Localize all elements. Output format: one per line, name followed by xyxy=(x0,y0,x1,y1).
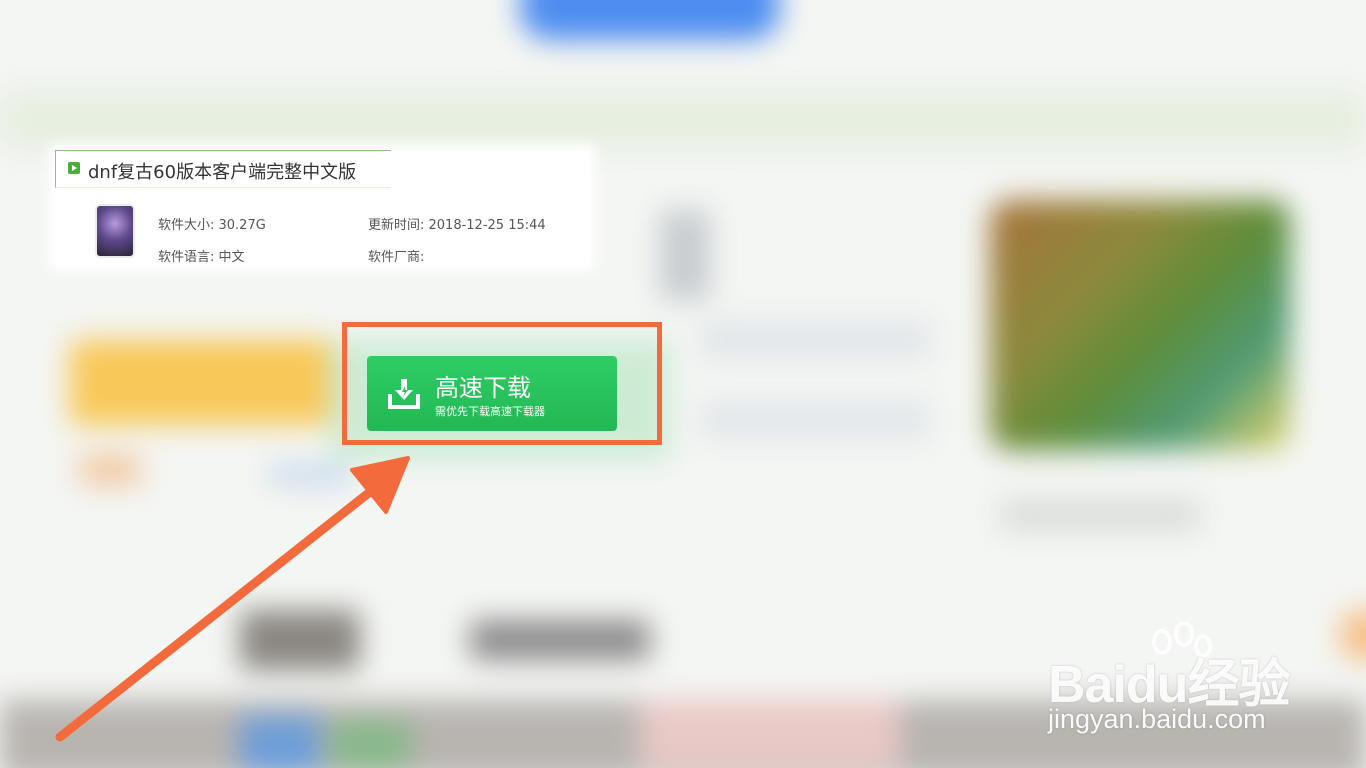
background-top-banner xyxy=(520,0,780,40)
background-blue-block xyxy=(270,465,350,485)
baidu-jingyan-watermark: Baidu经验 jingyan.baidu.com xyxy=(1040,620,1300,750)
background-orange-block xyxy=(80,455,140,485)
software-size: 软件大小: 30.27G xyxy=(158,218,266,233)
background-thumbnail xyxy=(470,620,650,660)
background-thumbnail xyxy=(640,700,900,768)
software-language: 软件语言: 中文 xyxy=(158,250,245,265)
software-thumbnail[interactable] xyxy=(97,206,133,256)
download-icon xyxy=(388,379,420,409)
software-info-card: dnf复古60版本客户端完整中文版 软件大小: 30.27G 更新时间: 201… xyxy=(55,150,590,265)
background-thumbnail xyxy=(330,720,410,768)
background-thumbnail xyxy=(240,610,360,670)
high-speed-download-button[interactable]: 高速下载 需优先下载高速下载器 xyxy=(367,356,617,431)
background-gray-row xyxy=(700,400,930,440)
software-update-time: 更新时间: 2018-12-25 15:44 xyxy=(368,218,546,233)
watermark-url: jingyan.baidu.com xyxy=(1048,704,1266,734)
play-icon xyxy=(68,162,80,174)
download-button-sublabel: 需优先下载高速下载器 xyxy=(435,405,545,418)
software-title: dnf复古60版本客户端完整中文版 xyxy=(88,162,357,183)
background-gray-row xyxy=(700,320,930,360)
background-game-image xyxy=(990,200,1290,450)
background-caption xyxy=(1000,500,1200,530)
background-thumbnail xyxy=(240,715,320,768)
software-title-row: dnf复古60版本客户端完整中文版 xyxy=(55,150,391,188)
background-header-band xyxy=(0,90,1366,150)
download-button-label: 高速下载 xyxy=(435,374,531,402)
software-vendor: 软件厂商: xyxy=(368,250,425,265)
background-yellow-block xyxy=(70,340,350,425)
screenshot-stage: dnf复古60版本客户端完整中文版 软件大小: 30.27G 更新时间: 201… xyxy=(0,0,1366,768)
background-orange-badge xyxy=(1340,610,1366,660)
background-gray-block xyxy=(660,210,710,300)
